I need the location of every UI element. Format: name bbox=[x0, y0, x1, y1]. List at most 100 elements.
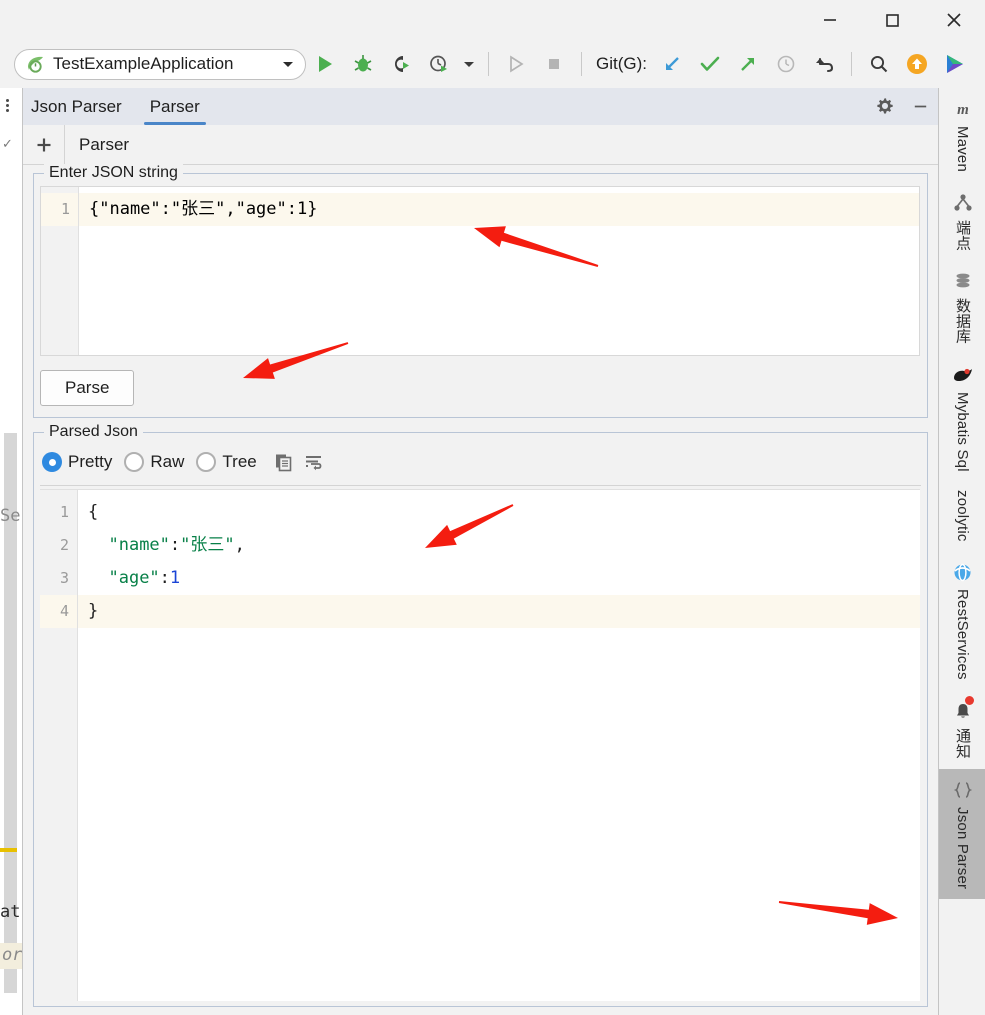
maximize-icon[interactable] bbox=[861, 0, 923, 40]
tool-window-drag-handle-icon[interactable] bbox=[3, 94, 11, 116]
debug-button[interactable] bbox=[344, 44, 382, 84]
add-parser-button[interactable] bbox=[23, 125, 65, 164]
radio-pretty-label: Pretty bbox=[68, 452, 113, 471]
git-history-clock-icon bbox=[767, 44, 805, 84]
tool-window-title: Json Parser bbox=[31, 96, 122, 116]
json-braces-icon bbox=[952, 777, 974, 803]
run-dashboard-icon[interactable] bbox=[936, 44, 974, 84]
toolbar-divider-2 bbox=[581, 52, 582, 76]
background-text-fragment-bottom2: or bbox=[2, 945, 22, 965]
main-toolbar: TestExampleApplication Git(G): bbox=[0, 40, 985, 88]
tab-parser-label: Parser bbox=[149, 96, 200, 116]
sidebar-label: Maven bbox=[954, 126, 971, 173]
sidebar-item-maven[interactable]: m Maven bbox=[939, 88, 985, 182]
git-push-icon[interactable] bbox=[729, 44, 767, 84]
radio-raw[interactable] bbox=[124, 452, 145, 472]
line-number: 3 bbox=[59, 569, 69, 587]
sidebar-label: RestServices bbox=[954, 589, 971, 681]
code-token: : bbox=[159, 568, 170, 588]
view-mode-radio-group: Pretty Raw Tree bbox=[42, 447, 329, 477]
git-label: Git(G): bbox=[596, 54, 647, 73]
copy-icon[interactable] bbox=[269, 448, 299, 476]
profile-dropdown-chevron-down-icon[interactable] bbox=[458, 44, 480, 84]
line-number: 1 bbox=[41, 193, 78, 226]
background-text-fragment-bottom: at bbox=[0, 902, 21, 922]
minimize-icon[interactable] bbox=[799, 0, 861, 40]
run-button[interactable] bbox=[306, 44, 344, 84]
rest-services-icon bbox=[952, 559, 973, 585]
parsed-json-legend: Parsed Json bbox=[44, 423, 143, 441]
sidebar-label: Mybatis Sql bbox=[954, 392, 971, 472]
enter-json-string-legend: Enter JSON string bbox=[44, 164, 183, 182]
radio-tree-label: Tree bbox=[222, 452, 257, 471]
sidebar-item-mybatis-sql[interactable]: Mybatis Sql bbox=[939, 354, 985, 482]
output-panel-divider bbox=[40, 485, 921, 486]
notification-badge bbox=[964, 696, 974, 706]
git-rollback-icon[interactable] bbox=[805, 44, 843, 84]
tool-window-header: Json Parser Parser bbox=[23, 88, 938, 125]
git-commit-icon[interactable] bbox=[691, 44, 729, 84]
output-editor-code[interactable]: { "name":"张三", "age":1} bbox=[78, 490, 920, 1001]
sidebar-item-endpoints[interactable]: 端点 bbox=[939, 182, 985, 260]
enter-json-string-group: Enter JSON string 1 {"name":"张三","age":1… bbox=[33, 164, 928, 418]
code-token: } bbox=[88, 601, 99, 621]
run-configuration-selector[interactable]: TestExampleApplication bbox=[14, 48, 306, 80]
tool-window-subheader: Parser bbox=[23, 125, 938, 165]
close-icon[interactable] bbox=[923, 0, 985, 40]
code-token: , bbox=[234, 535, 245, 555]
code-token: : bbox=[169, 535, 181, 555]
line-number: 2 bbox=[59, 536, 69, 554]
title-bar bbox=[0, 0, 985, 40]
sidebar-item-zoolytic[interactable]: zoolytic bbox=[939, 482, 985, 552]
sidebar-item-json-parser[interactable]: Json Parser bbox=[939, 768, 985, 899]
profile-button[interactable] bbox=[420, 44, 458, 84]
parsed-json-group: Parsed Json Pretty Raw Tree 1 2 3 4 {"n… bbox=[33, 423, 928, 1007]
output-editor-line: "name":"张三", bbox=[78, 529, 920, 562]
right-tool-window-bar: m Maven 端点 数据库 Mybatis Sql zoolytic Rest… bbox=[938, 88, 985, 1015]
parse-button[interactable]: Parse bbox=[40, 370, 135, 406]
code-token: "张三" bbox=[180, 535, 235, 555]
background-editor-sliver: ✓ Se at or bbox=[0, 88, 22, 1015]
output-editor-line: } bbox=[78, 595, 920, 628]
git-update-icon[interactable] bbox=[653, 44, 691, 84]
endpoints-icon bbox=[953, 190, 973, 216]
sidebar-item-restservices[interactable]: RestServices bbox=[939, 551, 985, 690]
json-input-editor[interactable]: 1 {"name":"张三","age":1} bbox=[40, 186, 920, 356]
background-text-fragment-top: Se bbox=[0, 506, 21, 526]
code-token: { bbox=[88, 502, 99, 522]
spring-boot-icon bbox=[25, 54, 46, 75]
search-icon[interactable] bbox=[860, 44, 898, 84]
rerun-button bbox=[497, 44, 535, 84]
code-token: 1 bbox=[169, 568, 181, 588]
soft-wrap-icon[interactable] bbox=[299, 448, 329, 476]
upload-icon[interactable] bbox=[898, 44, 936, 84]
output-editor-line: { bbox=[78, 496, 920, 529]
radio-raw-label: Raw bbox=[150, 452, 185, 471]
mybatis-icon bbox=[952, 362, 974, 388]
tab-parser[interactable]: Parser bbox=[136, 88, 214, 125]
settings-gear-icon[interactable] bbox=[866, 88, 902, 125]
tool-window-body: Enter JSON string 1 {"name":"张三","age":1… bbox=[23, 164, 938, 1015]
run-with-coverage-button[interactable] bbox=[382, 44, 420, 84]
parse-button-row: Parse bbox=[40, 366, 920, 410]
output-editor-gutter: 1 2 3 4 bbox=[40, 490, 78, 1001]
radio-tree[interactable] bbox=[196, 452, 217, 472]
input-editor-code[interactable]: {"name":"张三","age":1} bbox=[79, 187, 919, 355]
parsed-json-editor[interactable]: 1 2 3 4 { "name":"张三", "age":1} bbox=[40, 489, 920, 1001]
warning-marker bbox=[0, 848, 17, 852]
sidebar-label: zoolytic bbox=[954, 489, 971, 542]
maven-icon: m bbox=[953, 96, 973, 122]
sidebar-item-notifications[interactable]: 通知 bbox=[939, 690, 985, 768]
chevron-down-icon[interactable] bbox=[281, 57, 295, 71]
line-number: 1 bbox=[59, 503, 69, 521]
sidebar-label: 端点 bbox=[954, 220, 971, 251]
minimize-tool-window-icon[interactable] bbox=[902, 88, 938, 125]
svg-text:m: m bbox=[957, 102, 969, 118]
sidebar-item-database[interactable]: 数据库 bbox=[939, 260, 985, 354]
toolbar-divider bbox=[488, 52, 489, 76]
input-editor-line: {"name":"张三","age":1} bbox=[79, 193, 919, 226]
toolbar-divider-3 bbox=[851, 52, 852, 76]
radio-pretty[interactable] bbox=[42, 452, 62, 472]
json-parser-tool-window: Json Parser Parser Parser Enter JSON str… bbox=[22, 88, 938, 1015]
